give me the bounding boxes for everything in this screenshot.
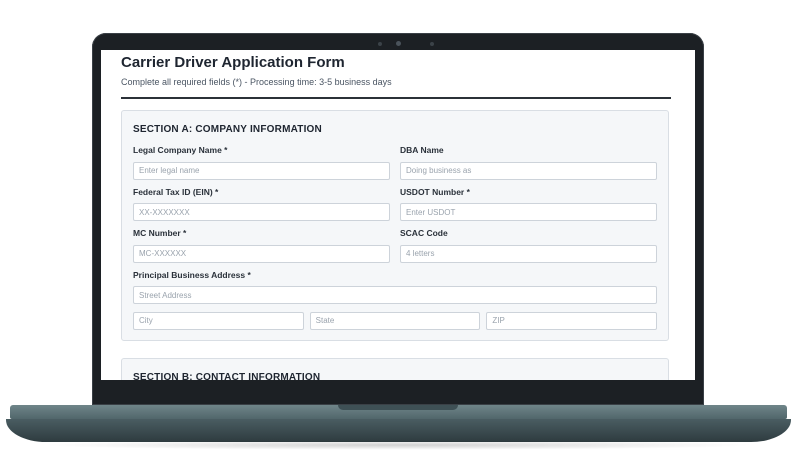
light-sensor-icon	[430, 42, 434, 46]
legal-name-label: Legal Company Name *	[133, 145, 228, 155]
laptop-screen: Carrier Driver Application Form Complete…	[101, 50, 695, 380]
sensor-icon	[378, 42, 382, 46]
address-field: Principal Business Address *	[133, 269, 658, 330]
application-form-page: Carrier Driver Application Form Complete…	[101, 50, 695, 380]
laptop-shadow	[40, 440, 757, 450]
address-label: Principal Business Address *	[133, 269, 251, 280]
city-input[interactable]	[133, 311, 304, 330]
mc-number-input[interactable]	[133, 244, 390, 263]
street-address-input[interactable]	[133, 286, 657, 304]
state-field	[309, 310, 481, 330]
dba-name-label: DBA Name	[400, 145, 444, 155]
camera-bar	[92, 33, 704, 51]
title-divider	[121, 97, 671, 99]
ein-field: Federal Tax ID (EIN) *	[133, 186, 390, 221]
zip-field	[486, 310, 658, 330]
scac-label: SCAC Code	[400, 228, 448, 238]
state-input[interactable]	[309, 311, 481, 330]
ein-input[interactable]	[133, 203, 390, 221]
form-row: Legal Company Name * DBA Name	[133, 145, 657, 180]
usdot-field: USDOT Number *	[400, 186, 657, 221]
laptop-hinge-notch	[338, 405, 458, 410]
zip-input[interactable]	[486, 311, 658, 330]
mc-number-label: MC Number *	[133, 228, 187, 238]
laptop-mockup: Carrier Driver Application Form Complete…	[0, 0, 797, 459]
usdot-label: USDOT Number *	[400, 186, 470, 197]
section-company-information: SECTION A: COMPANY INFORMATION Legal Com…	[121, 110, 669, 341]
address-row	[133, 310, 658, 330]
form-row: MC Number * SCAC Code	[133, 228, 657, 263]
page-subtitle: Complete all required fields (*) - Proce…	[121, 77, 392, 87]
section-title: SECTION B: CONTACT INFORMATION	[133, 371, 321, 381]
legal-name-field: Legal Company Name *	[133, 145, 390, 180]
city-field	[133, 310, 304, 330]
legal-name-input[interactable]	[133, 161, 390, 180]
section-title: SECTION A: COMPANY INFORMATION	[133, 124, 322, 135]
form-row: Federal Tax ID (EIN) * USDOT Number *	[133, 186, 657, 221]
mc-number-field: MC Number *	[133, 228, 390, 263]
ein-label: Federal Tax ID (EIN) *	[133, 186, 219, 197]
webcam-icon	[396, 41, 401, 46]
page-title: Carrier Driver Application Form	[121, 54, 345, 71]
scac-input[interactable]	[400, 244, 657, 263]
dba-name-field: DBA Name	[400, 145, 657, 180]
usdot-input[interactable]	[400, 203, 657, 221]
laptop-base-front	[6, 419, 791, 442]
dba-name-input[interactable]	[400, 161, 657, 180]
scac-field: SCAC Code	[400, 228, 657, 263]
section-contact-information: SECTION B: CONTACT INFORMATION	[121, 357, 669, 381]
